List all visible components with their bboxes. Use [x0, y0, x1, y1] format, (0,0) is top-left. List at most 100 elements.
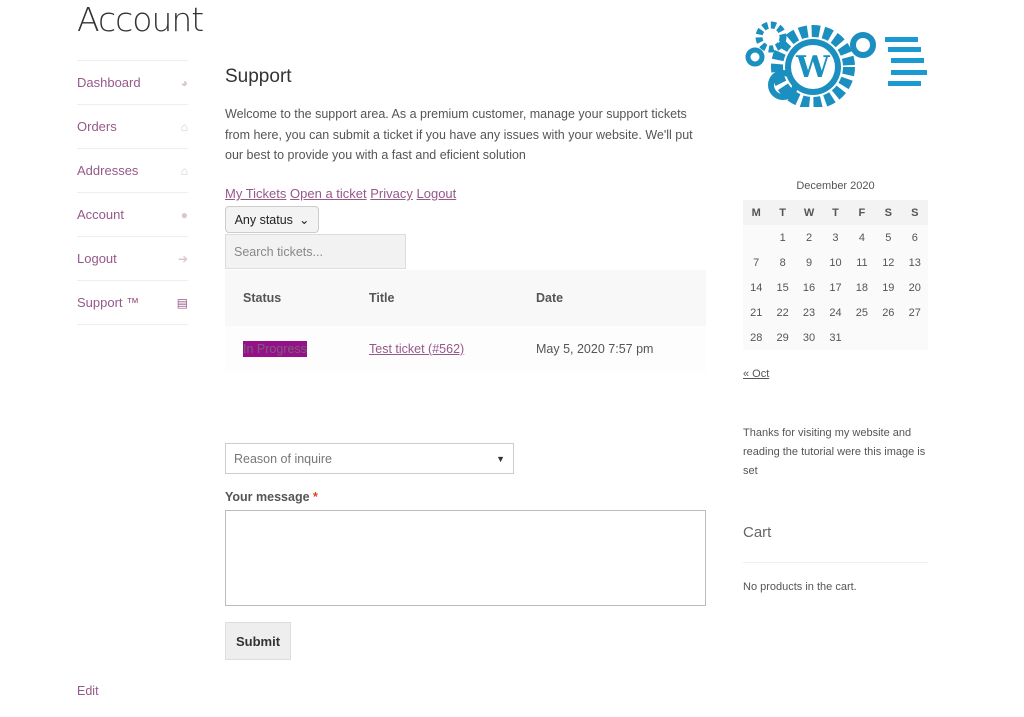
basket-icon: ⌂	[180, 119, 188, 134]
calendar-day: 10	[822, 250, 849, 275]
calendar-day: 26	[875, 300, 902, 325]
nav-label: Support ™	[77, 295, 140, 310]
calendar-day: 5	[875, 225, 902, 250]
calendar-day: 31	[822, 325, 849, 350]
calendar-day: 15	[769, 275, 796, 300]
calendar-day: 9	[795, 250, 823, 275]
calendar-day: 29	[769, 325, 796, 350]
logout-link[interactable]: Logout	[417, 186, 457, 201]
search-tickets-input[interactable]: Search tickets...	[225, 234, 406, 269]
calendar-day: 23	[795, 300, 823, 325]
calendar-day: 17	[822, 275, 849, 300]
file-icon: ▤	[176, 295, 188, 310]
calendar-day: 19	[875, 275, 902, 300]
calendar-day: 11	[848, 250, 876, 275]
calendar-day: 16	[795, 275, 823, 300]
calendar-day: 28	[743, 325, 770, 350]
calendar-week: 21 22 23 24 25 26 27	[743, 300, 928, 325]
calendar-day	[743, 225, 770, 250]
home-icon: ⌂	[180, 163, 188, 178]
my-tickets-link[interactable]: My Tickets	[225, 186, 286, 201]
svg-text:W: W	[795, 50, 831, 85]
message-label-text: Your message	[225, 490, 310, 504]
weekday-header: S	[875, 200, 902, 225]
calendar-day: 7	[743, 250, 770, 275]
account-navigation: Dashboard ◕ Orders ⌂ Addresses ⌂ Account ● L…	[77, 60, 188, 325]
weekday-header: M	[743, 200, 770, 225]
nav-dashboard[interactable]: Dashboard ◕	[77, 61, 188, 105]
calendar-week: 7 8 9 10 11 12 13	[743, 250, 928, 275]
calendar-day: 6	[901, 225, 928, 250]
calendar-week: 123456	[743, 225, 928, 250]
edit-link[interactable]: Edit	[77, 684, 99, 698]
user-icon: ●	[180, 207, 188, 222]
calendar-day: 13	[901, 250, 928, 275]
cart-title: Cart	[743, 524, 772, 541]
nav-addresses[interactable]: Addresses ⌂	[77, 149, 188, 193]
reason-select[interactable]: Reason of inquire ▼	[225, 443, 514, 474]
calendar-day: 14	[743, 275, 770, 300]
calendar-day: 12	[875, 250, 902, 275]
nav-label: Account	[77, 207, 124, 222]
calendar-day: 22	[769, 300, 796, 325]
column-status: Status	[243, 291, 282, 305]
table-row: In Progress Test ticket (#562) May 5, 20…	[225, 326, 706, 372]
calendar-day: 25	[848, 300, 876, 325]
column-date: Date	[536, 291, 564, 305]
calendar-caption: December 2020	[796, 180, 875, 192]
caret-down-icon: ▼	[496, 453, 505, 464]
nav-logout[interactable]: Logout ➔	[77, 237, 188, 281]
support-heading: Support	[225, 66, 292, 87]
ticket-date: May 5, 2020 7:57 pm	[536, 342, 654, 356]
chevron-down-icon: ⌄	[298, 213, 310, 227]
calendar-day: 24	[822, 300, 849, 325]
calendar-day: 18	[848, 275, 876, 300]
message-label: Your message *	[225, 490, 318, 504]
nav-label: Orders	[77, 119, 117, 134]
nav-orders[interactable]: Orders ⌂	[77, 105, 188, 149]
gear-small	[850, 32, 876, 58]
gear-tiny	[745, 47, 765, 67]
status-filter-dropdown[interactable]: Any status ⌄	[225, 206, 319, 233]
message-textarea[interactable]	[225, 510, 706, 606]
calendar-day: 1	[769, 225, 796, 250]
ticket-title-link[interactable]: Test ticket (#562)	[369, 342, 464, 356]
calendar-day: 4	[848, 225, 876, 250]
status-badge: In Progress	[243, 341, 307, 357]
submit-button[interactable]: Submit	[225, 622, 291, 660]
nav-account[interactable]: Account ●	[77, 193, 188, 237]
calendar-day: 20	[901, 275, 928, 300]
calendar-day	[875, 325, 902, 350]
status-filter-label: Any status	[234, 212, 293, 227]
calendar-day: 3	[822, 225, 849, 250]
weekday-header: W	[795, 200, 823, 225]
weekday-header: S	[901, 200, 928, 225]
calendar-day: 8	[769, 250, 796, 275]
thanks-text: Thanks for visiting my website and readi…	[743, 427, 926, 477]
calendar-week: 14 15 16 17 18 19 20	[743, 275, 928, 300]
reason-placeholder: Reason of inquire	[234, 451, 332, 466]
gear-small	[755, 21, 787, 53]
support-intro: Welcome to the support area. As a premiu…	[225, 107, 693, 162]
support-links: My Tickets Open a ticket Privacy Logout	[225, 186, 456, 201]
cart-empty-text: No products in the cart.	[743, 581, 857, 593]
open-ticket-link[interactable]: Open a ticket	[290, 186, 367, 201]
dashboard-icon: ◕	[180, 75, 188, 90]
tickets-table: Status Title Date In Progress Test ticke…	[225, 270, 706, 372]
wordpress-gears-image: W	[745, 21, 927, 107]
privacy-link[interactable]: Privacy	[370, 186, 413, 201]
column-title: Title	[369, 291, 395, 305]
calendar-prev-link[interactable]: « Oct	[743, 368, 769, 380]
weekday-header: F	[848, 200, 876, 225]
weekday-header: T	[769, 200, 796, 225]
calendar-day: 21	[743, 300, 770, 325]
calendar-day	[848, 325, 876, 350]
divider	[743, 562, 928, 563]
nav-label: Dashboard	[77, 75, 141, 90]
calendar-week: 28 29 30 31	[743, 325, 928, 350]
nav-support[interactable]: Support ™ ▤	[77, 281, 188, 325]
calendar-table: MTWTFSS 1 2 3 4 5 6 7 8 9 10 11 12 13 14 15 16 17 18 19 20 2…	[743, 200, 928, 350]
calendar-day	[901, 325, 928, 350]
nav-label: Logout	[77, 251, 117, 266]
calendar-widget: December 2020 MTWTFSS 1 2 3 4 5 6 7 8 9 10 11 12 13 1…	[743, 180, 928, 350]
